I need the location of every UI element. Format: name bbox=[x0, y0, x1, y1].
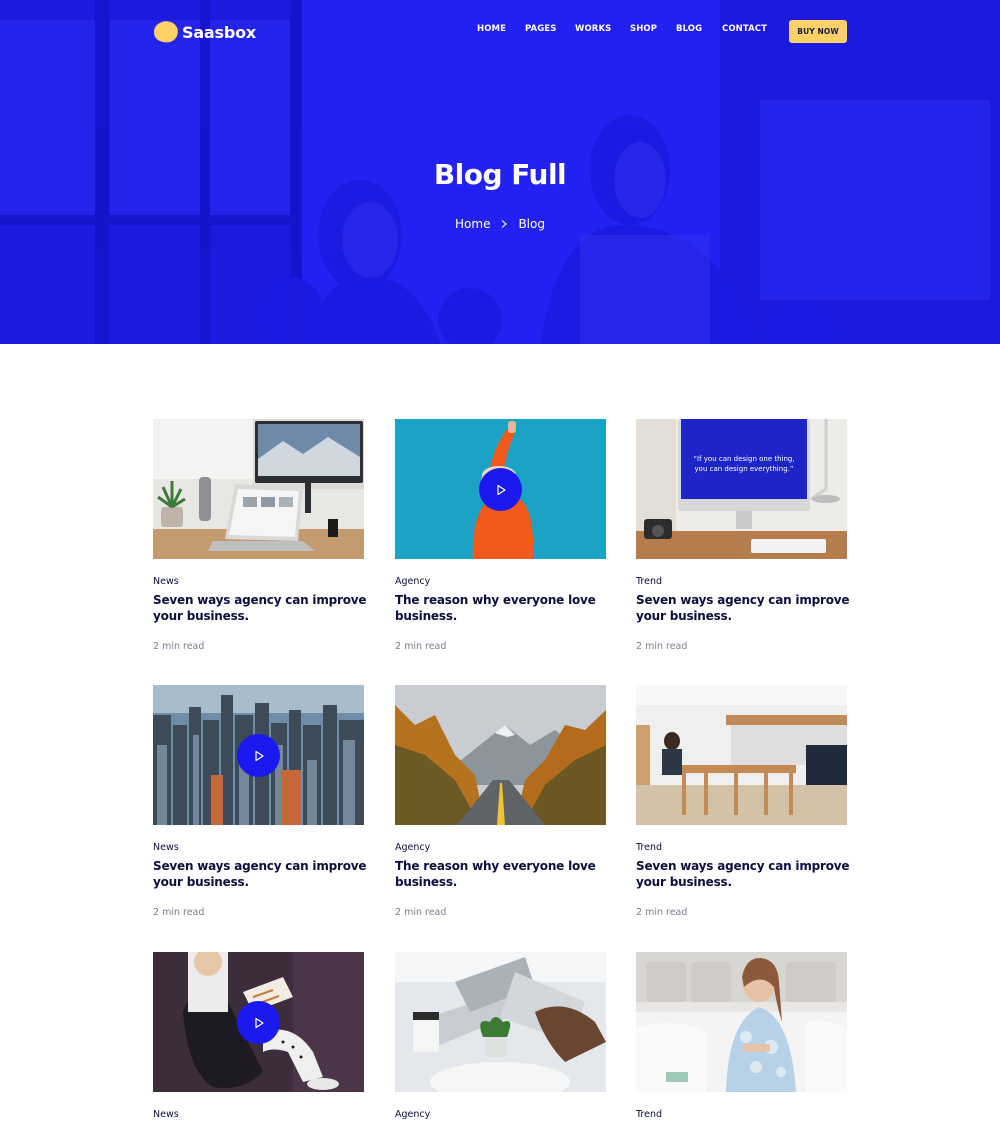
post-category[interactable]: Agency bbox=[395, 842, 430, 853]
post-category[interactable]: Trend bbox=[636, 1109, 662, 1120]
screen-quote-line-1: “If you can design one thing, bbox=[693, 455, 794, 463]
nav-item-home[interactable]: HOME bbox=[477, 24, 506, 34]
mountain-road-image bbox=[395, 685, 606, 825]
post-title[interactable]: Seven ways agency can improve your busin… bbox=[153, 592, 367, 624]
chevron-right-icon bbox=[502, 220, 508, 228]
post-thumbnail[interactable] bbox=[153, 419, 364, 559]
post-title[interactable]: Seven ways agency can improve your busin… bbox=[636, 858, 850, 890]
laptop-desk-image bbox=[153, 419, 364, 559]
play-icon bbox=[254, 1017, 264, 1028]
buy-now-button[interactable]: BUY NOW bbox=[789, 20, 847, 43]
nav-item-shop[interactable]: SHOP bbox=[630, 24, 657, 34]
post-read-time: 2 min read bbox=[395, 641, 447, 652]
nav-item-pages[interactable]: PAGES bbox=[525, 24, 556, 34]
post-category[interactable]: Trend bbox=[636, 842, 662, 853]
top-navigation: Saasbox HOME PAGES WORKS SHOP BLOG CONTA… bbox=[0, 0, 1000, 64]
screen-quote-line-2: you can design everything.” bbox=[695, 465, 794, 473]
post-read-time: 2 min read bbox=[636, 641, 688, 652]
post-thumbnail[interactable] bbox=[395, 952, 606, 1092]
post-thumbnail[interactable] bbox=[395, 685, 606, 825]
laptops-coffee-image bbox=[395, 952, 606, 1092]
brand-logo[interactable]: Saasbox bbox=[153, 19, 256, 45]
post-title[interactable]: The reason why everyone love business. bbox=[395, 858, 609, 890]
post-category[interactable]: Agency bbox=[395, 1109, 430, 1120]
woman-bed-image bbox=[636, 952, 847, 1092]
post-read-time: 2 min read bbox=[153, 641, 205, 652]
breadcrumb-current: Blog bbox=[518, 217, 545, 231]
post-category[interactable]: News bbox=[153, 576, 179, 587]
page-header-hero: Saasbox HOME PAGES WORKS SHOP BLOG CONTA… bbox=[0, 0, 1000, 344]
nav-item-blog[interactable]: BLOG bbox=[676, 24, 702, 34]
post-title[interactable]: Seven ways agency can improve your busin… bbox=[153, 858, 367, 890]
play-icon bbox=[254, 750, 264, 761]
post-thumbnail[interactable] bbox=[395, 419, 606, 559]
brand-name: Saasbox bbox=[182, 22, 257, 42]
breadcrumb: Home Blog bbox=[0, 217, 1000, 231]
breadcrumb-home-link[interactable]: Home bbox=[455, 217, 490, 231]
post-read-time: 2 min read bbox=[636, 907, 688, 918]
post-title[interactable]: The reason why everyone love business. bbox=[395, 592, 609, 624]
post-thumbnail[interactable]: “If you can design one thing, you can de… bbox=[636, 419, 847, 559]
video-play-button[interactable] bbox=[237, 1001, 280, 1044]
logo-blob-icon bbox=[154, 21, 178, 43]
post-thumbnail[interactable] bbox=[636, 685, 847, 825]
post-category[interactable]: Trend bbox=[636, 576, 662, 587]
post-thumbnail[interactable] bbox=[153, 952, 364, 1092]
page-title: Blog Full bbox=[433, 158, 567, 191]
post-thumbnail[interactable] bbox=[636, 952, 847, 1092]
cafe-interior-image bbox=[636, 685, 847, 825]
imac-quote-image: “If you can design one thing, you can de… bbox=[636, 419, 847, 559]
post-title[interactable]: Seven ways agency can improve your busin… bbox=[636, 592, 850, 624]
post-read-time: 2 min read bbox=[153, 907, 205, 918]
video-play-button[interactable] bbox=[479, 468, 522, 511]
post-thumbnail[interactable] bbox=[153, 685, 364, 825]
nav-item-contact[interactable]: CONTACT bbox=[722, 24, 767, 34]
post-read-time: 2 min read bbox=[395, 907, 447, 918]
post-category[interactable]: News bbox=[153, 842, 179, 853]
nav-item-works[interactable]: WORKS bbox=[575, 24, 611, 34]
post-category[interactable]: News bbox=[153, 1109, 179, 1120]
video-play-button[interactable] bbox=[237, 734, 280, 777]
post-category[interactable]: Agency bbox=[395, 576, 430, 587]
play-icon bbox=[496, 484, 506, 495]
